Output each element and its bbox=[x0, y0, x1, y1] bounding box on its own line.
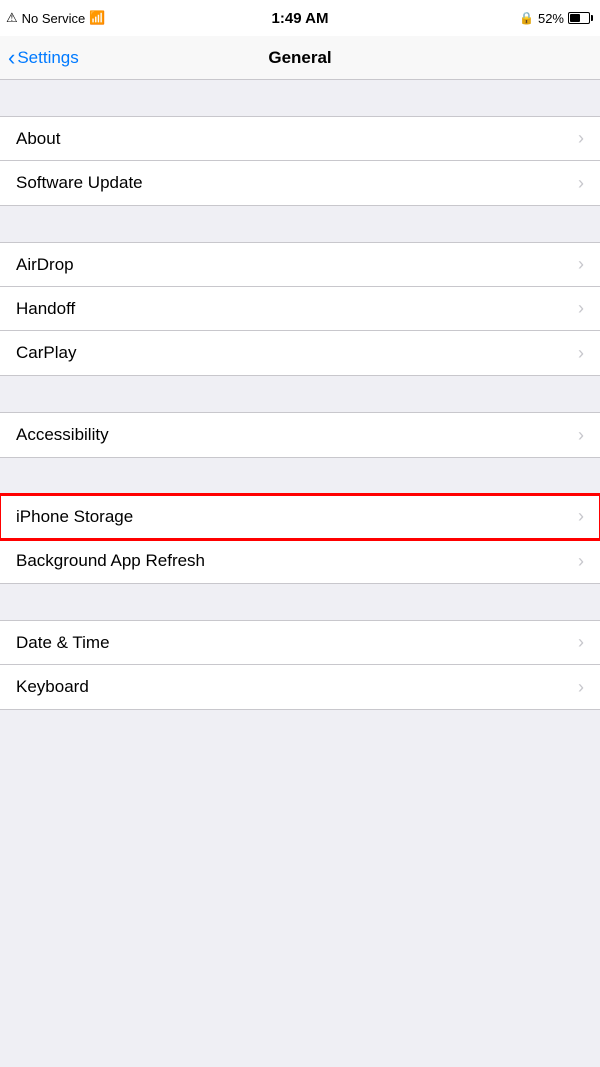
no-service-text: No Service bbox=[22, 11, 86, 26]
spacer-5 bbox=[0, 584, 600, 620]
software-update-label: Software Update bbox=[16, 173, 143, 193]
battery-icon bbox=[568, 12, 590, 24]
handoff-label: Handoff bbox=[16, 299, 75, 319]
page-title: General bbox=[268, 48, 331, 68]
airdrop-row[interactable]: AirDrop › bbox=[0, 243, 600, 287]
status-right: 🔒 52% bbox=[519, 11, 590, 26]
settings-group-2: AirDrop › Handoff › CarPlay › bbox=[0, 242, 600, 376]
accessibility-label: Accessibility bbox=[16, 425, 109, 445]
about-row[interactable]: About › bbox=[0, 117, 600, 161]
spacer-3 bbox=[0, 376, 600, 412]
settings-group-3: Accessibility › bbox=[0, 412, 600, 458]
date-time-row[interactable]: Date & Time › bbox=[0, 621, 600, 665]
handoff-row[interactable]: Handoff › bbox=[0, 287, 600, 331]
settings-content: About › Software Update › AirDrop › Hand… bbox=[0, 80, 600, 710]
settings-group-4: iPhone Storage › Background App Refresh … bbox=[0, 494, 600, 584]
software-update-row[interactable]: Software Update › bbox=[0, 161, 600, 205]
wifi-icon: 📶 bbox=[89, 10, 105, 26]
keyboard-label: Keyboard bbox=[16, 677, 89, 697]
back-label: Settings bbox=[17, 48, 78, 68]
nav-bar: ‹ Settings General bbox=[0, 36, 600, 80]
iphone-storage-chevron-icon: › bbox=[578, 506, 584, 527]
software-update-chevron-icon: › bbox=[578, 173, 584, 194]
back-button[interactable]: ‹ Settings bbox=[8, 45, 79, 71]
date-time-label: Date & Time bbox=[16, 633, 110, 653]
status-left: ⚠ No Service 📶 bbox=[6, 10, 105, 26]
background-app-refresh-chevron-icon: › bbox=[578, 551, 584, 572]
keyboard-chevron-icon: › bbox=[578, 677, 584, 698]
spacer-2 bbox=[0, 206, 600, 242]
warning-icon: ⚠ bbox=[6, 10, 18, 26]
keyboard-row[interactable]: Keyboard › bbox=[0, 665, 600, 709]
accessibility-row[interactable]: Accessibility › bbox=[0, 413, 600, 457]
carplay-chevron-icon: › bbox=[578, 343, 584, 364]
date-time-chevron-icon: › bbox=[578, 632, 584, 653]
iphone-storage-row[interactable]: iPhone Storage › bbox=[0, 495, 600, 539]
settings-group-5: Date & Time › Keyboard › bbox=[0, 620, 600, 710]
carplay-label: CarPlay bbox=[16, 343, 76, 363]
status-bar: ⚠ No Service 📶 1:49 AM 🔒 52% bbox=[0, 0, 600, 36]
background-app-refresh-label: Background App Refresh bbox=[16, 551, 205, 571]
settings-group-1: About › Software Update › bbox=[0, 116, 600, 206]
accessibility-chevron-icon: › bbox=[578, 425, 584, 446]
handoff-chevron-icon: › bbox=[578, 298, 584, 319]
about-label: About bbox=[16, 129, 60, 149]
airdrop-label: AirDrop bbox=[16, 255, 74, 275]
battery-percent: 52% bbox=[538, 11, 564, 26]
airdrop-chevron-icon: › bbox=[578, 254, 584, 275]
lock-icon: 🔒 bbox=[519, 11, 534, 25]
spacer-1 bbox=[0, 80, 600, 116]
back-chevron-icon: ‹ bbox=[8, 45, 15, 71]
background-app-refresh-row[interactable]: Background App Refresh › bbox=[0, 539, 600, 583]
spacer-4 bbox=[0, 458, 600, 494]
iphone-storage-label: iPhone Storage bbox=[16, 507, 133, 527]
carplay-row[interactable]: CarPlay › bbox=[0, 331, 600, 375]
status-time: 1:49 AM bbox=[272, 10, 329, 27]
about-chevron-icon: › bbox=[578, 128, 584, 149]
